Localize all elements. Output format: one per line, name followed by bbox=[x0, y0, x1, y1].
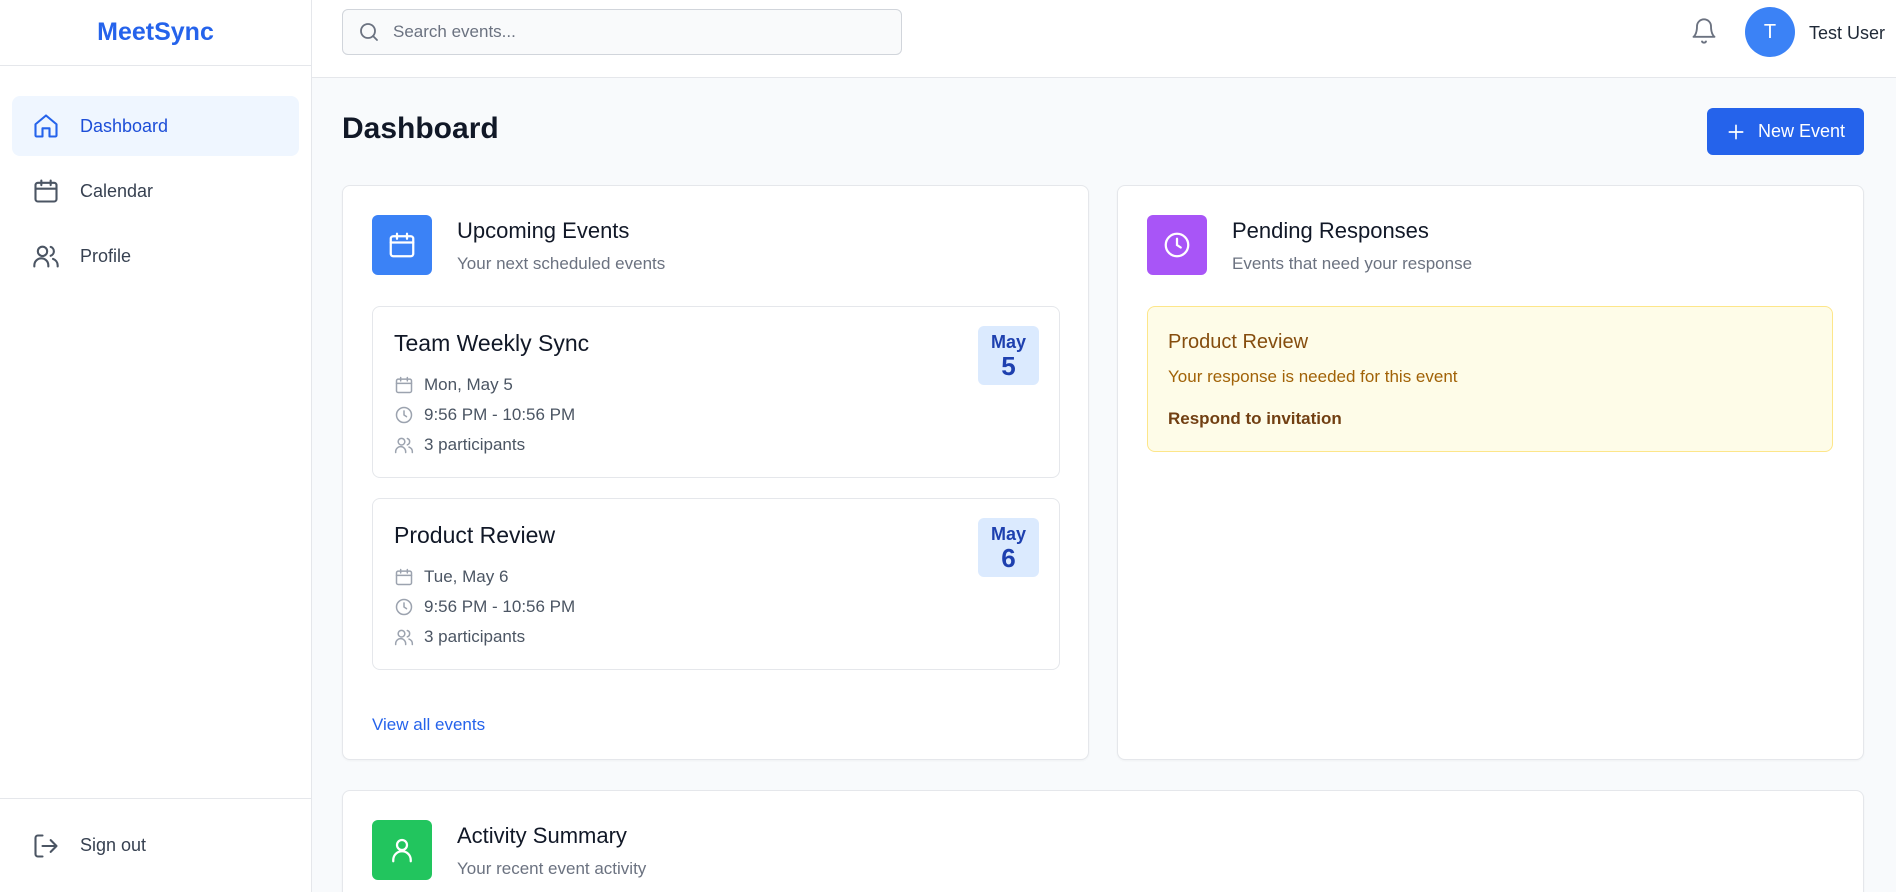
sign-out-label: Sign out bbox=[80, 835, 147, 855]
event-date: Tue, May 6 bbox=[424, 567, 509, 586]
users-icon bbox=[394, 627, 414, 647]
sidebar-footer: Sign out bbox=[0, 798, 311, 892]
date-badge: May 5 bbox=[978, 326, 1039, 385]
card-title: Activity Summary bbox=[457, 823, 627, 848]
home-icon bbox=[32, 112, 60, 140]
event-title: Team Weekly Sync bbox=[394, 330, 590, 356]
event-participants: 3 participants bbox=[424, 435, 526, 454]
calendar-icon bbox=[372, 215, 432, 275]
event-card[interactable]: Product Review Tue, May 6 9:56 PM - 10:5… bbox=[372, 498, 1060, 670]
new-event-label: New Event bbox=[1757, 121, 1846, 141]
users-icon bbox=[32, 242, 60, 270]
sign-out-button[interactable]: Sign out bbox=[12, 816, 146, 876]
plus-icon bbox=[1726, 122, 1746, 142]
user-icon bbox=[372, 820, 432, 880]
top-bar: T Test User bbox=[312, 0, 1896, 78]
event-time-row: 9:56 PM - 10:56 PM bbox=[394, 405, 575, 425]
avatar-initial: T bbox=[1763, 20, 1777, 43]
calendar-icon bbox=[32, 177, 60, 205]
sidebar-item-label: Calendar bbox=[80, 180, 154, 201]
event-card[interactable]: Team Weekly Sync Mon, May 5 9:56 PM - 10… bbox=[372, 306, 1060, 478]
card-title: Pending Responses bbox=[1232, 218, 1429, 243]
avatar[interactable]: T bbox=[1745, 7, 1795, 57]
sidebar-nav: Dashboard Calendar Profile bbox=[0, 66, 311, 286]
event-participants-row: 3 participants bbox=[394, 627, 525, 647]
pending-item-text: Your response is needed for this event bbox=[1168, 367, 1458, 386]
card-subtitle: Your recent event activity bbox=[457, 859, 647, 878]
activity-summary-card: Activity Summary Your recent event activ… bbox=[342, 790, 1864, 892]
respond-to-invitation-link[interactable]: Respond to invitation bbox=[1168, 409, 1342, 429]
date-badge-month: May bbox=[990, 332, 1026, 352]
sidebar-item-profile[interactable]: Profile bbox=[12, 226, 299, 286]
event-participants-row: 3 participants bbox=[394, 435, 525, 455]
card-title: Upcoming Events bbox=[457, 218, 630, 243]
date-badge-day: 5 bbox=[1001, 351, 1016, 381]
event-time-row: 9:56 PM - 10:56 PM bbox=[394, 597, 575, 617]
clock-icon bbox=[394, 405, 414, 425]
card-header: Activity Summary Your recent event activ… bbox=[372, 820, 646, 880]
search-input[interactable] bbox=[393, 22, 873, 42]
pending-item-title: Product Review bbox=[1168, 331, 1309, 353]
calendar-icon bbox=[394, 375, 414, 395]
card-header: Upcoming Events Your next scheduled even… bbox=[372, 215, 665, 275]
page-title: Dashboard bbox=[342, 112, 499, 145]
date-badge-month: May bbox=[990, 524, 1026, 544]
event-date-row: Tue, May 6 bbox=[394, 567, 508, 587]
view-all-events-link[interactable]: View all events bbox=[372, 715, 485, 735]
clock-icon bbox=[394, 597, 414, 617]
bell-icon[interactable] bbox=[1690, 16, 1718, 46]
sidebar: MeetSync Dashboard Calendar Profile Sign… bbox=[0, 0, 312, 892]
log-out-icon bbox=[32, 832, 60, 860]
sidebar-item-label: Profile bbox=[80, 245, 132, 266]
user-name[interactable]: Test User bbox=[1809, 23, 1885, 44]
calendar-icon bbox=[394, 567, 414, 587]
brand-header: MeetSync bbox=[0, 0, 311, 66]
event-title: Product Review bbox=[394, 522, 556, 548]
brand-logo[interactable]: MeetSync bbox=[97, 18, 214, 47]
event-participants: 3 participants bbox=[424, 627, 526, 646]
search-box[interactable] bbox=[342, 9, 902, 55]
sidebar-item-calendar[interactable]: Calendar bbox=[12, 161, 299, 221]
card-subtitle: Events that need your response bbox=[1232, 254, 1473, 273]
event-time: 9:56 PM - 10:56 PM bbox=[424, 405, 576, 424]
sidebar-item-label: Dashboard bbox=[80, 115, 169, 136]
event-date: Mon, May 5 bbox=[424, 375, 513, 394]
clock-icon bbox=[1147, 215, 1207, 275]
sidebar-item-dashboard[interactable]: Dashboard bbox=[12, 96, 299, 156]
event-time: 9:56 PM - 10:56 PM bbox=[424, 597, 576, 616]
card-header: Pending Responses Events that need your … bbox=[1147, 215, 1472, 275]
users-icon bbox=[394, 435, 414, 455]
search-icon bbox=[357, 20, 381, 44]
date-badge-day: 6 bbox=[1001, 543, 1016, 573]
pending-responses-card: Pending Responses Events that need your … bbox=[1117, 185, 1864, 760]
date-badge: May 6 bbox=[978, 518, 1039, 577]
upcoming-events-card: Upcoming Events Your next scheduled even… bbox=[342, 185, 1089, 760]
card-subtitle: Your next scheduled events bbox=[457, 254, 666, 273]
new-event-button[interactable]: New Event bbox=[1707, 108, 1864, 155]
event-date-row: Mon, May 5 bbox=[394, 375, 513, 395]
pending-item: Product Review Your response is needed f… bbox=[1147, 306, 1833, 452]
